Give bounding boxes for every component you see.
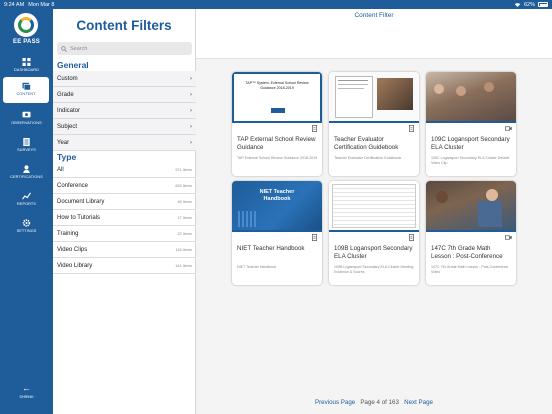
app-logo — [14, 13, 38, 37]
status-date: Mon Mar 8 — [28, 1, 55, 8]
card-subtitle: 147C 7th Grade Math Lesson - Post-Confer… — [431, 265, 509, 274]
certifications-icon — [23, 165, 30, 173]
content-card[interactable]: NIET Teacher Handbook NIET Teacher Handb… — [232, 181, 322, 285]
document-icon — [409, 125, 414, 132]
card-title: Teacher Evaluator Certification Guideboo… — [334, 136, 399, 151]
observations-icon — [22, 111, 31, 118]
type-video-clips[interactable]: Video Clips 116 Items — [53, 242, 196, 258]
type-all[interactable]: All 971 Items — [53, 162, 196, 178]
search-input[interactable]: Search — [57, 42, 192, 55]
chevron-right-icon: › — [189, 75, 192, 82]
card-thumbnail: NIET Teacher Handbook — [232, 181, 322, 232]
chevron-right-icon: › — [189, 123, 192, 130]
app-name: EE PASS — [13, 39, 40, 45]
card-thumbnail — [329, 72, 419, 123]
next-page-button[interactable]: Next Page — [404, 399, 433, 406]
gear-icon — [22, 219, 31, 227]
content-area: Content Filter TAP™ System: External Sch… — [196, 9, 552, 414]
wifi-icon — [514, 3, 521, 7]
nav-observations[interactable]: OBSERVATIONS — [0, 106, 53, 132]
filter-custom[interactable]: Custom › — [53, 71, 196, 87]
video-icon — [505, 235, 512, 240]
card-thumbnail — [426, 72, 516, 123]
nav-content[interactable]: CONTENT — [3, 77, 49, 103]
arrow-left-icon: ← — [22, 383, 31, 393]
page-info: Page 4 of 163 — [360, 399, 399, 406]
document-icon — [409, 234, 414, 241]
type-how-to-tutorials[interactable]: How to Tutorials 17 Items — [53, 210, 196, 226]
type-video-library[interactable]: Video Library 144 Items — [53, 258, 196, 274]
pagination: Previous Page Page 4 of 163 Next Page — [196, 399, 552, 406]
card-subtitle: TAP External School Review Guidance 2018… — [237, 156, 318, 160]
grid-icon — [22, 58, 31, 66]
thumbnail-text: TAP™ System: External School Review Guid… — [245, 81, 309, 90]
search-icon — [61, 45, 67, 52]
surveys-icon — [23, 138, 30, 146]
thumbnail-text: NIET Teacher Handbook — [259, 189, 295, 202]
content-card[interactable]: 109C Logansport Secondary ELA Cluster 10… — [426, 72, 516, 176]
nav-settings[interactable]: SETTINGS — [0, 214, 53, 240]
status-bar: 9:24 AM Mon Mar 8 62% — [0, 0, 552, 9]
type-document-library[interactable]: Document Library 46 Items — [53, 194, 196, 210]
nav-certifications[interactable]: CERTIFICATIONS — [0, 160, 53, 186]
battery-icon — [538, 2, 548, 7]
nav-reports[interactable]: REPORTS — [0, 187, 53, 213]
card-title: 109B Logansport Secondary ELA Cluster — [334, 245, 413, 260]
content-header: Content Filter — [196, 9, 552, 59]
type-training[interactable]: Training 22 Items — [53, 226, 196, 242]
status-time: 9:24 AM — [4, 1, 25, 8]
card-subtitle: NIET Teacher Handbook — [237, 265, 277, 269]
filter-panel: Content Filters Search General Custom › G… — [53, 9, 196, 414]
chevron-right-icon: › — [189, 91, 192, 98]
card-title: TAP External School Review Guidance — [237, 136, 316, 151]
filter-panel-title: Content Filters — [76, 18, 172, 33]
card-subtitle: 109B Logansport Secondary ELA Cluster Me… — [334, 265, 414, 274]
card-title: NIET Teacher Handbook — [237, 245, 305, 252]
card-subtitle: 109C Logansport Secondary ELA Cluster De… — [431, 156, 510, 165]
chevron-right-icon: › — [189, 107, 192, 114]
content-icon — [22, 82, 31, 90]
nav-dashboard[interactable]: DASHBOARD — [0, 53, 53, 79]
reports-icon — [22, 192, 31, 200]
card-subtitle: Teacher Evaluator Certification Guideboo… — [334, 156, 402, 160]
content-card[interactable]: 147C 7th Grade Math Lesson : Post-Confer… — [426, 181, 516, 285]
chevron-right-icon: › — [189, 139, 192, 146]
document-icon — [312, 125, 317, 132]
battery-percent: 62% — [523, 1, 535, 8]
card-thumbnail: TAP™ System: External School Review Guid… — [232, 72, 322, 123]
navigation-rail: EE PASS DASHBOARD CONTENT OBSERVATIONS S… — [0, 9, 53, 414]
filter-grade[interactable]: Grade › — [53, 87, 196, 103]
content-title: Content Filter — [354, 12, 394, 19]
content-card[interactable]: Teacher Evaluator Certification Guideboo… — [329, 72, 419, 176]
card-title: 109C Logansport Secondary ELA Cluster — [431, 136, 510, 151]
search-placeholder: Search — [70, 45, 88, 52]
card-thumbnail — [426, 181, 516, 232]
video-icon — [505, 126, 512, 131]
content-card[interactable]: 109B Logansport Secondary ELA Cluster 10… — [329, 181, 419, 285]
type-section-title: Type — [57, 152, 77, 162]
content-card[interactable]: TAP™ System: External School Review Guid… — [232, 72, 322, 176]
filter-subject[interactable]: Subject › — [53, 119, 196, 135]
document-icon — [312, 234, 317, 241]
nav-surveys[interactable]: SURVEYS — [0, 133, 53, 159]
card-title: 147C 7th Grade Math Lesson : Post-Confer… — [431, 245, 503, 260]
filter-indicator[interactable]: Indicator › — [53, 103, 196, 119]
previous-page-button[interactable]: Previous Page — [315, 399, 355, 406]
shrink-button[interactable]: ← SHRINK — [0, 383, 53, 400]
filter-year[interactable]: Year › — [53, 135, 196, 151]
general-section-title: General — [57, 60, 89, 70]
type-conference[interactable]: Conference 626 Items — [53, 178, 196, 194]
card-thumbnail — [329, 181, 419, 232]
